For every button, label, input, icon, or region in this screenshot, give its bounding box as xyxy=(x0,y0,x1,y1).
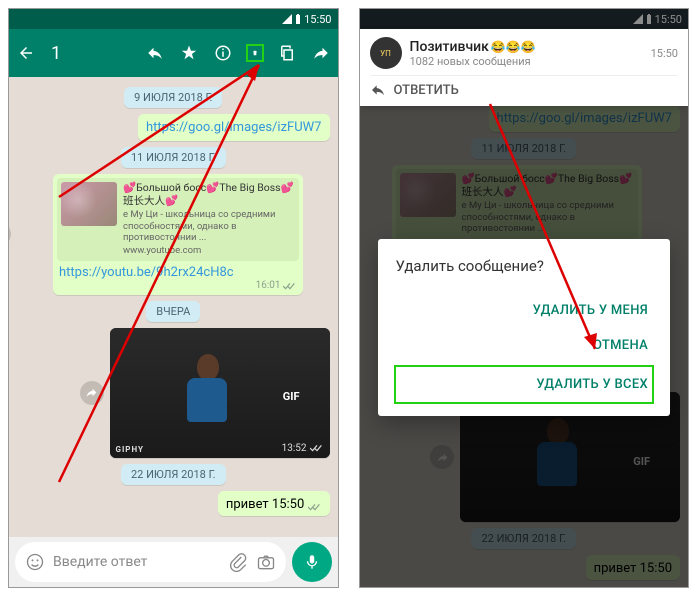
link-preview-message[interactable]: 💕Большой босс💕The Big Boss💕班长大人💕 е Му Ци… xyxy=(17,174,330,295)
camera-icon[interactable] xyxy=(256,552,276,572)
notif-subtitle: 1082 новых сообщения xyxy=(410,55,536,68)
copy-icon[interactable] xyxy=(278,44,296,62)
selected-message[interactable]: привет 15:50 xyxy=(218,491,330,516)
gif-badge: GIF xyxy=(283,390,300,403)
forward-icon[interactable] xyxy=(312,44,330,62)
chat-body[interactable]: 9 ИЮЛЯ 2018 Г. https://goo.gl/images/izF… xyxy=(9,77,338,537)
share-left-icon[interactable] xyxy=(9,222,11,246)
battery-icon xyxy=(295,14,301,24)
composer: Введите ответ xyxy=(9,537,338,587)
notif-reply-button[interactable]: ОТВЕТИТЬ xyxy=(370,75,679,98)
message-input[interactable]: Введите ответ xyxy=(15,542,286,582)
link-preview-card[interactable]: 💕Большой босс💕The Big Boss💕班长大人💕 е Му Ци… xyxy=(57,178,299,261)
notification-panel[interactable]: УП Позитивчик😂😂😂 1082 новых сообщения 15… xyxy=(360,29,689,106)
msg-time: 15:50 xyxy=(272,497,304,512)
date-chip: 11 ИЮЛЯ 2018 Г. xyxy=(121,147,226,168)
preview-thumbnail xyxy=(61,182,117,226)
preview-site: www.youtube.com xyxy=(123,245,295,256)
input-placeholder: Введите ответ xyxy=(53,554,220,570)
delete-for-everyone-button[interactable]: УДАЛИТЬ У ВСЕХ xyxy=(394,365,655,404)
ticks-icon xyxy=(283,281,297,291)
date-chip: 22 ИЮЛЯ 2018 Г. xyxy=(121,464,226,485)
delete-icon[interactable] xyxy=(246,44,264,62)
reply-icon xyxy=(370,82,386,98)
ticks-icon xyxy=(308,502,322,512)
date-chip: ВЧЕРА xyxy=(146,301,200,322)
dialog-title: Удалить сообщение? xyxy=(396,257,653,275)
reply-icon[interactable] xyxy=(146,44,164,62)
notif-title: Позитивчик😂😂😂 xyxy=(410,39,536,55)
selection-appbar: 1 xyxy=(9,29,338,77)
msg-time: 16:01 xyxy=(256,280,281,291)
share-left-icon[interactable] xyxy=(80,381,104,405)
android-statusbar: 15:50 xyxy=(9,9,338,29)
preview-link[interactable]: https://youtu.be/9h2rx24cH8c xyxy=(57,261,299,280)
selection-count: 1 xyxy=(51,43,130,64)
gif-source: GIPHY xyxy=(116,445,144,454)
preview-title: 💕Большой босс💕The Big Boss💕班长大人💕 xyxy=(123,182,295,207)
message-link[interactable]: https://goo.gl/images/izFUW7 xyxy=(138,114,329,141)
emoji-icon[interactable] xyxy=(25,552,45,572)
phone-left: 15:50 1 9 ИЮЛЯ 2018 Г. https://goo.gl/im… xyxy=(8,8,339,588)
attach-icon[interactable] xyxy=(228,552,248,572)
notif-avatar: УП xyxy=(370,37,402,69)
info-icon[interactable] xyxy=(214,44,232,62)
cancel-button[interactable]: ОТМЕНА xyxy=(396,328,653,363)
gif-message[interactable]: GIF GIPHY 13:52 xyxy=(110,328,330,458)
delete-for-me-button[interactable]: УДАЛИТЬ У МЕНЯ xyxy=(396,293,653,328)
preview-desc: е Му Ци - школьница со средними способно… xyxy=(123,209,295,243)
delete-dialog: Удалить сообщение? УДАЛИТЬ У МЕНЯ ОТМЕНА… xyxy=(378,239,671,416)
back-icon[interactable] xyxy=(17,44,35,62)
notif-time: 15:50 xyxy=(651,47,678,60)
star-icon[interactable] xyxy=(180,44,198,62)
status-time: 15:50 xyxy=(304,13,331,26)
msg-time: 13:52 xyxy=(282,443,324,454)
signal-icon xyxy=(282,14,292,24)
mic-button[interactable] xyxy=(292,542,332,582)
phone-right: 15:50 https://goo.gl/images/izFUW7 11 ИЮ… xyxy=(359,8,690,588)
date-chip: 9 ИЮЛЯ 2018 Г. xyxy=(124,87,222,108)
